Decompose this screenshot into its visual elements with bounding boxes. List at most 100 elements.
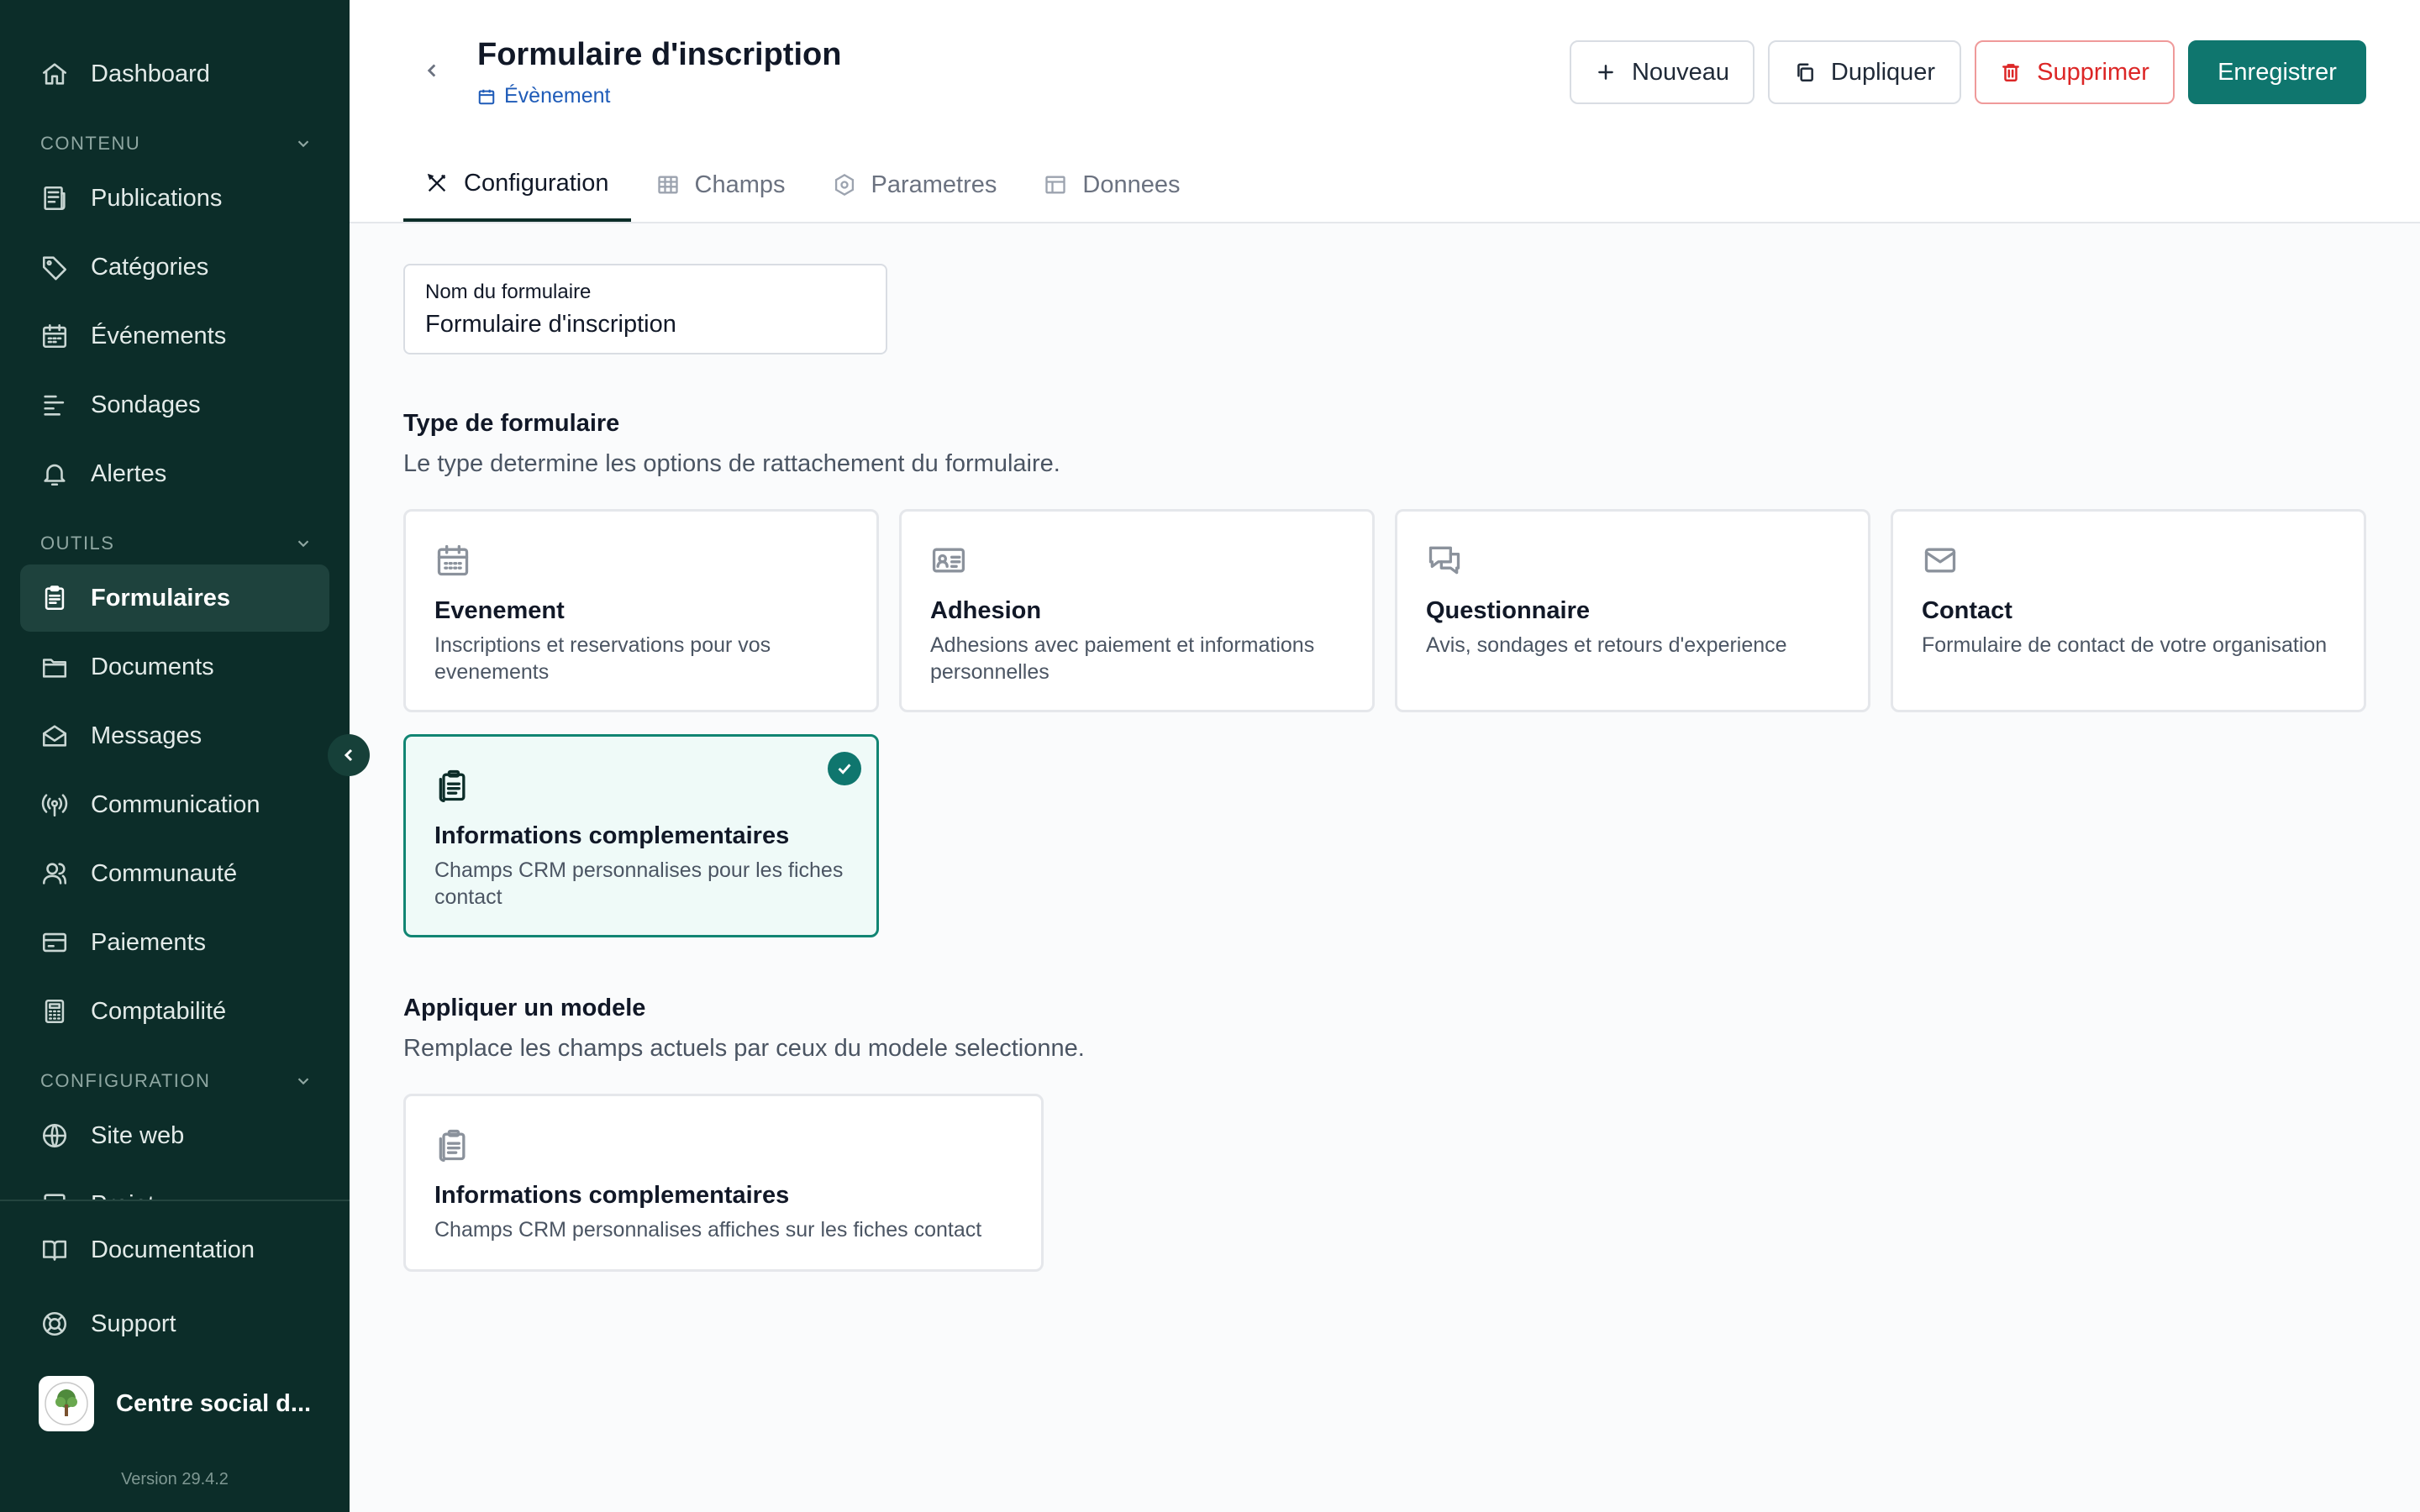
- mail-open-icon: [40, 722, 69, 750]
- card-description: Inscriptions et reservations pour vos ev…: [434, 633, 771, 684]
- sidebar-item-alerts[interactable]: Alertes: [20, 440, 329, 507]
- clipboard-icon: [434, 767, 471, 804]
- id-card-icon: [930, 542, 967, 579]
- tools-icon: [427, 173, 446, 192]
- sidebar-item-forms[interactable]: Formulaires: [20, 564, 329, 632]
- users-icon: [40, 859, 69, 888]
- home-icon: [40, 60, 69, 88]
- sidebar-item-support[interactable]: Support: [20, 1290, 329, 1357]
- card-title: Questionnaire: [1426, 597, 1590, 624]
- card-title: Informations complementaires: [434, 1182, 790, 1209]
- sidebar-item-label: Comptabilité: [91, 997, 227, 1025]
- form-type-card-contact[interactable]: Contact Formulaire de contact de votre o…: [1891, 509, 2366, 712]
- folder-icon: [40, 653, 69, 681]
- form-type-link[interactable]: Évènement: [477, 84, 610, 108]
- card-title: Contact: [1922, 597, 2012, 624]
- form-type-card-event[interactable]: Evenement Inscriptions et reservations p…: [403, 509, 879, 712]
- tab-data[interactable]: Donnees: [1022, 148, 1202, 222]
- sidebar-item-label: Projet: [91, 1191, 155, 1200]
- sidebar-item-documents[interactable]: Documents: [20, 633, 329, 701]
- chevron-left-icon: [344, 748, 353, 762]
- tab-configuration[interactable]: Configuration: [403, 148, 631, 222]
- calendar-icon: [40, 322, 69, 350]
- book-open-icon: [40, 1236, 69, 1264]
- sidebar-item-dashboard[interactable]: Dashboard: [20, 40, 329, 108]
- duplicate-button[interactable]: Dupliquer: [1768, 40, 1961, 104]
- template-card-info[interactable]: Informations complementaires Champs CRM …: [403, 1094, 1044, 1272]
- sidebar-item-label: Catégories: [91, 253, 209, 281]
- form-type-card-info[interactable]: Informations complementaires Champs CRM …: [403, 734, 879, 937]
- sidebar-item-label: Sondages: [91, 391, 201, 418]
- project-icon: [40, 1190, 69, 1200]
- sidebar-item-label: Site web: [91, 1121, 185, 1149]
- sidebar-item-polls[interactable]: Sondages: [20, 371, 329, 438]
- calendar-icon: [478, 89, 495, 104]
- organization-switcher[interactable]: Centre social d...: [39, 1376, 311, 1431]
- sidebar-item-label: Communauté: [91, 859, 238, 887]
- newspaper-icon: [40, 184, 69, 213]
- sidebar-item-community[interactable]: Communauté: [20, 840, 329, 907]
- form-type-card-membership[interactable]: Adhesion Adhesions avec paiement et info…: [899, 509, 1375, 712]
- sidebar: Dashboard CONTENU Publications Catégorie…: [0, 0, 350, 1512]
- sidebar-item-label: Événements: [91, 322, 227, 349]
- sidebar-item-label: Paiements: [91, 928, 207, 956]
- card-title: Informations complementaires: [434, 822, 790, 849]
- app-version: Version 29.4.2: [121, 1470, 229, 1488]
- delete-button[interactable]: Supprimer: [1975, 40, 2175, 104]
- sidebar-item-payments[interactable]: Paiements: [20, 909, 329, 976]
- section-header-tools[interactable]: OUTILS: [40, 531, 313, 556]
- new-button[interactable]: Nouveau: [1570, 40, 1754, 104]
- sidebar-item-communication[interactable]: Communication: [20, 771, 329, 838]
- form-name-field[interactable]: Nom du formulaire Formulaire d'inscripti…: [403, 264, 887, 354]
- form-type-card-survey[interactable]: Questionnaire Avis, sondages et retours …: [1395, 509, 1870, 712]
- card-description: Champs CRM personnalises affiches sur le…: [434, 1218, 982, 1242]
- sidebar-item-events[interactable]: Événements: [20, 302, 329, 370]
- card-description: Formulaire de contact de votre organisat…: [1922, 633, 2328, 657]
- section-header-configuration[interactable]: CONFIGURATION: [40, 1068, 313, 1094]
- tab-settings[interactable]: Parametres: [811, 148, 1019, 222]
- configuration-content: Nom du formulaire Formulaire d'inscripti…: [350, 223, 2420, 1512]
- chat-icon: [1426, 542, 1463, 579]
- tag-icon: [40, 253, 69, 281]
- gear-icon: [834, 173, 854, 197]
- save-button[interactable]: Enregistrer: [2188, 40, 2366, 104]
- sidebar-item-label: Messages: [91, 722, 203, 749]
- sidebar-nav: Dashboard CONTENU Publications Catégorie…: [0, 0, 350, 1200]
- trash-icon: [2002, 64, 2020, 81]
- bell-icon: [40, 459, 69, 488]
- template-title: Appliquer un modele: [403, 995, 646, 1021]
- globe-icon: [40, 1121, 69, 1150]
- card-title: Evenement: [434, 597, 565, 624]
- chevron-down-icon: [297, 540, 309, 548]
- sidebar-item-project[interactable]: Projet: [20, 1171, 329, 1200]
- sidebar-item-label: Support: [91, 1310, 176, 1337]
- tree-logo-icon: [45, 1382, 88, 1425]
- back-button[interactable]: [417, 55, 447, 86]
- sidebar-item-accounting[interactable]: Comptabilité: [20, 978, 329, 1045]
- sidebar-item-documentation[interactable]: Documentation: [20, 1216, 329, 1284]
- organization-name: Centre social d...: [116, 1389, 312, 1417]
- form-name-input[interactable]: Formulaire d'inscription: [425, 311, 865, 339]
- clipboard-icon: [40, 584, 69, 612]
- organization-logo: [39, 1376, 94, 1431]
- sidebar-item-categories[interactable]: Catégories: [20, 234, 329, 301]
- card-description: Adhesions avec paiement et informations …: [930, 633, 1315, 684]
- chevron-down-icon: [297, 140, 309, 148]
- card-description: Champs CRM personnalises pour les fiches…: [434, 858, 844, 909]
- calculator-icon: [40, 997, 69, 1026]
- sidebar-item-messages[interactable]: Messages: [20, 702, 329, 769]
- sidebar-item-publications[interactable]: Publications: [20, 165, 329, 232]
- section-header-content[interactable]: CONTENU: [40, 131, 313, 156]
- lifebuoy-icon: [40, 1310, 69, 1338]
- credit-card-icon: [40, 928, 69, 957]
- tab-fields[interactable]: Champs: [634, 148, 808, 222]
- calendar-icon: [434, 542, 471, 579]
- sidebar-item-website[interactable]: Site web: [20, 1102, 329, 1169]
- sidebar-item-label: Publications: [91, 184, 223, 212]
- main-panel: Formulaire d'inscription Évènement Nouve…: [350, 0, 2420, 1512]
- grid-icon: [657, 176, 678, 194]
- table-icon: [1045, 176, 1066, 194]
- form-type-title: Type de formulaire: [403, 410, 620, 437]
- mail-icon: [1922, 542, 1959, 579]
- collapse-sidebar-button[interactable]: [328, 734, 370, 776]
